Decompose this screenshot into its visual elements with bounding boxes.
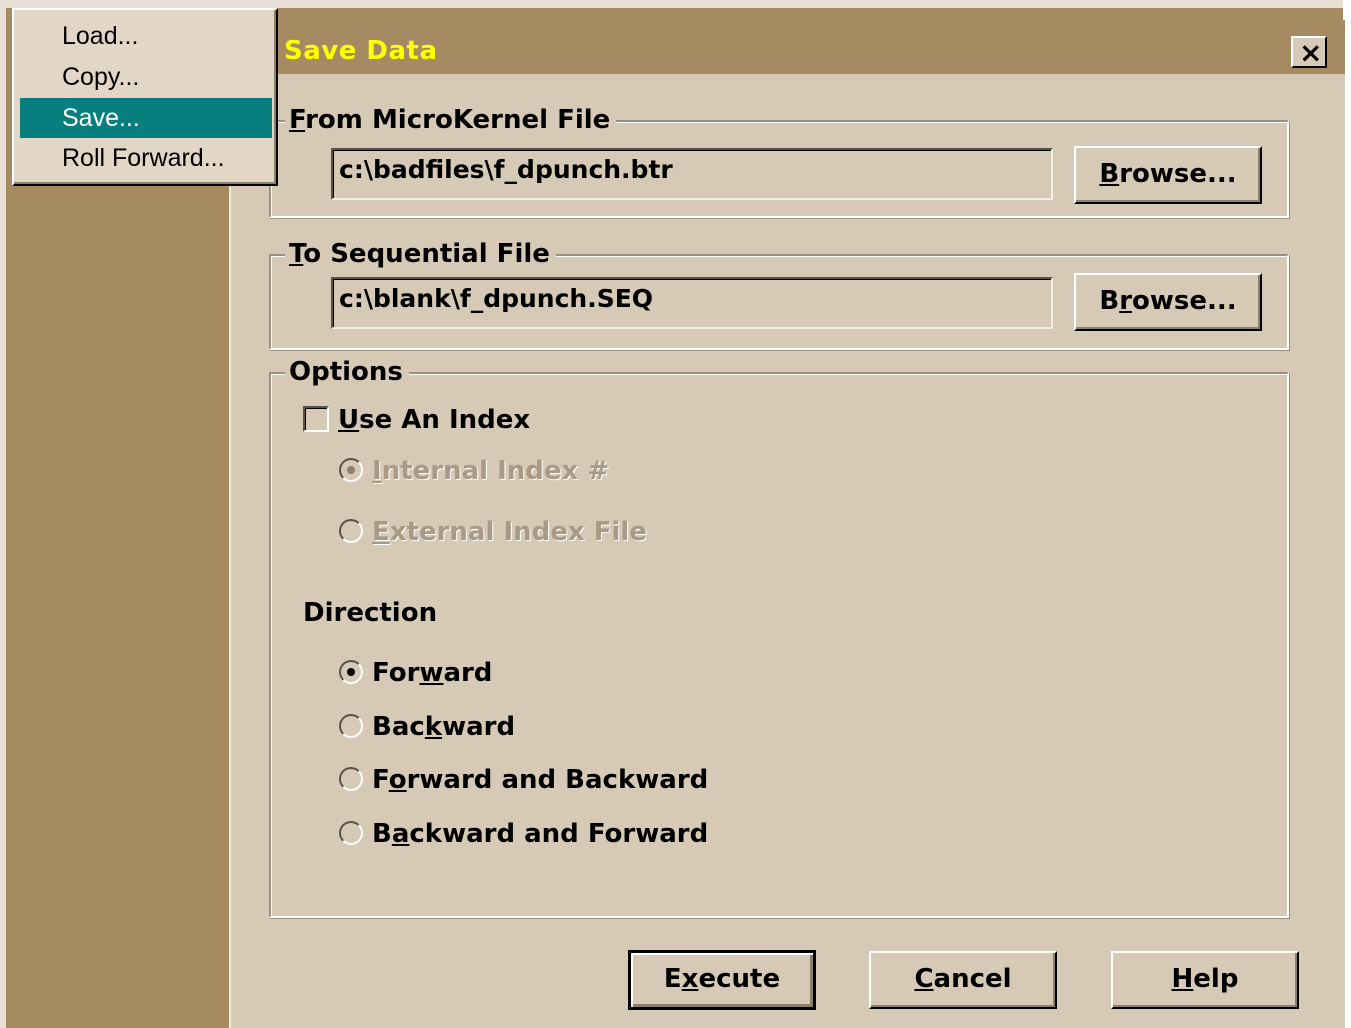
external-index-radio[interactable] [339,519,363,543]
internal-index-label[interactable]: Internal Index # [372,456,609,486]
menu-item-roll-forward[interactable]: Roll Forward... [20,138,272,178]
radio-selected-dot [347,668,355,676]
backward-and-forward-label[interactable]: Backward and Forward [372,819,708,849]
backward-radio[interactable] [339,714,363,738]
forward-radio[interactable] [339,660,363,684]
screen-frame-top [0,0,1351,8]
screen-frame-left [0,0,6,1028]
from-group-legend: From MicroKernel File [285,105,617,135]
close-icon: × [1299,36,1323,69]
source-file-field[interactable]: c:\badfiles\f_dpunch.btr [331,148,1053,200]
radio-selected-dot [347,466,355,474]
close-button[interactable]: × [1291,36,1327,69]
to-group-legend: To Sequential File [285,239,556,269]
help-button[interactable]: Help [1111,951,1299,1009]
forward-label[interactable]: Forward [372,658,492,688]
menu-item-copy[interactable]: Copy... [20,57,272,97]
destination-file-field[interactable]: c:\blank\f_dpunch.SEQ [331,277,1053,329]
forward-and-backward-label[interactable]: Forward and Backward [372,765,708,795]
menu-item-load[interactable]: Load... [20,16,272,56]
backward-label[interactable]: Backward [372,712,515,742]
options-legend: Options [285,357,409,387]
save-data-dialog: Save Data × From MicroKernel File c:\bad… [229,20,1345,1028]
external-index-label[interactable]: External Index File [372,517,647,547]
menu-item-save[interactable]: Save... [20,98,272,138]
internal-index-radio[interactable] [339,458,363,482]
backward-and-forward-radio[interactable] [339,821,363,845]
execute-button[interactable]: Execute [628,950,816,1010]
direction-label: Direction [303,598,438,628]
browse-destination-button[interactable]: Browse... [1074,273,1262,331]
forward-and-backward-radio[interactable] [339,767,363,791]
dialog-title: Save Data [284,36,438,66]
use-index-label[interactable]: Use An Index [338,405,530,435]
file-dropdown-menu: Load... Copy... Save... Roll Forward... [12,8,278,186]
cancel-button[interactable]: Cancel [869,951,1057,1009]
use-index-checkbox[interactable] [303,406,329,432]
dialog-title-bar[interactable]: Save Data × [231,20,1345,74]
browse-source-button[interactable]: Browse... [1074,146,1262,204]
